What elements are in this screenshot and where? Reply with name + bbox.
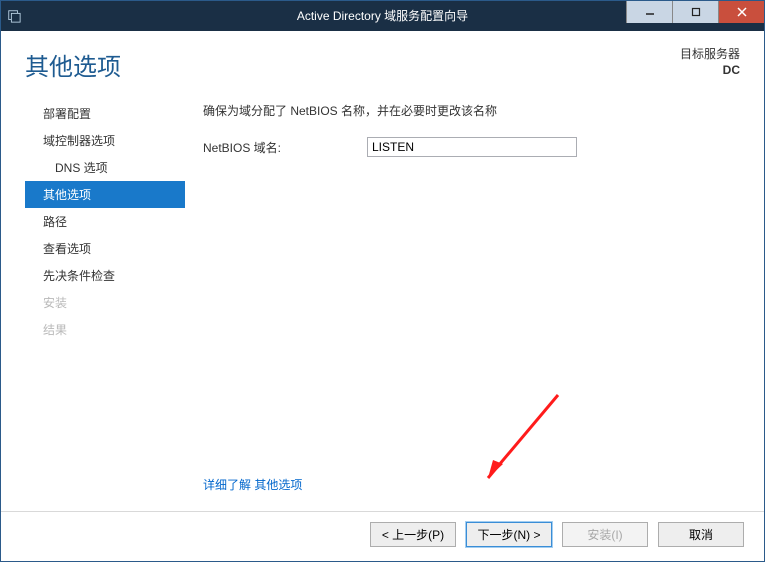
nav-item-review[interactable]: 查看选项 <box>25 235 185 262</box>
netbios-input[interactable] <box>367 137 577 157</box>
footer-buttons: < 上一步(P) 下一步(N) > 安装(I) 取消 <box>1 511 764 561</box>
nav-item-prereq[interactable]: 先决条件检查 <box>25 262 185 289</box>
main-panel: 确保为域分配了 NetBIOS 名称，并在必要时更改该名称 NetBIOS 域名… <box>203 100 740 503</box>
next-button[interactable]: 下一步(N) > <box>466 522 552 547</box>
app-icon <box>1 1 27 31</box>
titlebar: Active Directory 域服务配置向导 <box>1 1 764 31</box>
nav-item-paths[interactable]: 路径 <box>25 208 185 235</box>
wizard-window: Active Directory 域服务配置向导 其他选项 目标服务器 DC <box>0 0 765 562</box>
wizard-nav: 部署配置 域控制器选项 DNS 选项 其他选项 路径 查看选项 先决条件检查 安… <box>25 100 185 503</box>
body-row: 部署配置 域控制器选项 DNS 选项 其他选项 路径 查看选项 先决条件检查 安… <box>25 100 740 503</box>
cancel-button[interactable]: 取消 <box>658 522 744 547</box>
page-title: 其他选项 <box>25 47 121 82</box>
maximize-button[interactable] <box>672 1 718 23</box>
nav-item-additional-options[interactable]: 其他选项 <box>25 181 185 208</box>
close-button[interactable] <box>718 1 764 23</box>
install-button: 安装(I) <box>562 522 648 547</box>
netbios-label: NetBIOS 域名: <box>203 139 363 156</box>
content-area: 其他选项 目标服务器 DC 部署配置 域控制器选项 DNS 选项 其他选项 路径… <box>1 31 764 511</box>
description-text: 确保为域分配了 NetBIOS 名称，并在必要时更改该名称 <box>203 102 740 119</box>
nav-item-dns-options[interactable]: DNS 选项 <box>25 154 185 181</box>
more-info-link[interactable]: 详细了解 其他选项 <box>203 468 740 503</box>
minimize-button[interactable] <box>626 1 672 23</box>
nav-item-install: 安装 <box>25 289 185 316</box>
target-server-label: 目标服务器 <box>680 47 740 63</box>
target-server-info: 目标服务器 DC <box>680 47 740 78</box>
nav-item-deployment[interactable]: 部署配置 <box>25 100 185 127</box>
netbios-field-row: NetBIOS 域名: <box>203 137 740 157</box>
nav-item-dc-options[interactable]: 域控制器选项 <box>25 127 185 154</box>
prev-button[interactable]: < 上一步(P) <box>370 522 456 547</box>
nav-item-results: 结果 <box>25 316 185 343</box>
header-row: 其他选项 目标服务器 DC <box>25 47 740 82</box>
window-buttons <box>626 1 764 31</box>
target-server-name: DC <box>680 63 740 79</box>
